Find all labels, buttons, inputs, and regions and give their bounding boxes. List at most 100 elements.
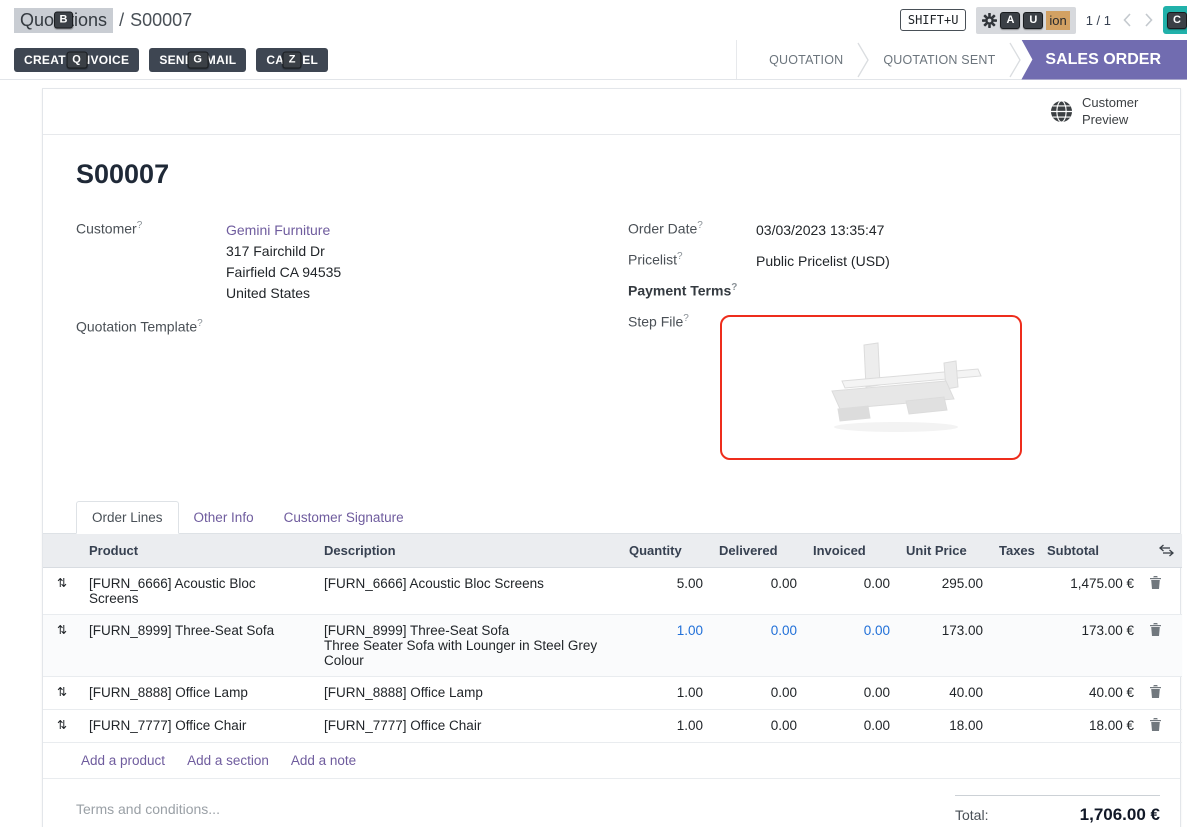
order-line-row: ⇅ [FURN_6666] Acoustic Bloc Screens [FUR…	[43, 568, 1182, 615]
kbd-shortcut-badge: SHIFT+U	[900, 9, 967, 31]
create-invoice-button[interactable]: CREATE INVOICE Q	[14, 48, 139, 72]
cell-description[interactable]: [FURN_8999] Three-Seat Sofa Three Seater…	[316, 615, 621, 677]
action-menu-button[interactable]: A U ion	[976, 7, 1075, 34]
send-email-button[interactable]: SEND EMAIL G	[149, 48, 246, 72]
cell-delete	[1142, 568, 1182, 615]
field-payment-terms: Payment Terms?	[628, 282, 1147, 303]
cell-quantity[interactable]: 1.00	[621, 615, 711, 677]
notebook-tabs: Order Lines Other Info Customer Signatur…	[43, 501, 1180, 534]
cell-quantity[interactable]: 1.00	[621, 710, 711, 743]
column-header-quantity[interactable]: Quantity	[621, 534, 711, 568]
cell-unit-price[interactable]: 295.00	[898, 568, 991, 615]
cell-taxes[interactable]	[991, 710, 1039, 743]
kbd-hint-action-u: U	[1023, 12, 1043, 29]
cancel-button[interactable]: CANCEL Z	[256, 48, 328, 72]
cell-taxes[interactable]	[991, 568, 1039, 615]
stage-quotation[interactable]: QUOTATION	[755, 53, 857, 67]
trash-icon[interactable]	[1150, 718, 1161, 731]
cell-invoiced[interactable]: 0.00	[805, 677, 898, 710]
tab-other-info[interactable]: Other Info	[179, 502, 269, 533]
pager-next-button[interactable]	[1144, 12, 1153, 28]
column-header-taxes[interactable]: Taxes	[991, 534, 1039, 568]
action-menu-partial-label: ion	[1046, 11, 1069, 30]
add-a-section-link[interactable]: Add a section	[187, 753, 269, 768]
terms-and-conditions-input[interactable]: Terms and conditions...	[76, 801, 220, 817]
step-file-image-widget[interactable]	[720, 315, 1022, 460]
pricelist-label: Pricelist?	[628, 251, 756, 268]
cell-unit-price[interactable]: 173.00	[898, 615, 991, 677]
column-header-delivered[interactable]: Delivered	[711, 534, 805, 568]
cell-product[interactable]: [FURN_7777] Office Chair	[81, 710, 316, 743]
cell-taxes[interactable]	[991, 677, 1039, 710]
cell-quantity[interactable]: 1.00	[621, 677, 711, 710]
add-a-note-link[interactable]: Add a note	[291, 753, 356, 768]
line-add-links: Add a product Add a section Add a note	[43, 743, 1180, 779]
optional-columns-cell	[1142, 534, 1182, 568]
field-quotation-template: Quotation Template?	[76, 318, 628, 339]
column-header-subtotal[interactable]: Subtotal	[1039, 534, 1142, 568]
field-order-date: Order Date? 03/03/2023 13:35:47	[628, 220, 1147, 241]
column-header-unit-price[interactable]: Unit Price	[898, 534, 991, 568]
drag-handle-icon[interactable]: ⇅	[43, 568, 81, 615]
cell-unit-price[interactable]: 40.00	[898, 677, 991, 710]
customer-link[interactable]: Gemini Furniture	[226, 222, 330, 238]
payment-terms-label: Payment Terms?	[628, 282, 756, 299]
kbd-hint-breadcrumb: B	[54, 12, 74, 29]
tab-customer-signature[interactable]: Customer Signature	[269, 502, 419, 533]
add-a-product-link[interactable]: Add a product	[81, 753, 165, 768]
cell-product[interactable]: [FURN_6666] Acoustic Bloc Screens	[81, 568, 316, 615]
cell-invoiced[interactable]: 0.00	[805, 710, 898, 743]
tab-order-lines[interactable]: Order Lines	[76, 501, 179, 534]
kbd-hint-action-a: A	[1000, 12, 1020, 29]
trash-icon[interactable]	[1150, 623, 1161, 636]
order-lines-table: Product Description Quantity Delivered I…	[43, 534, 1182, 743]
drag-handle-icon[interactable]: ⇅	[43, 615, 81, 677]
column-header-invoiced[interactable]: Invoiced	[805, 534, 898, 568]
cell-quantity[interactable]: 5.00	[621, 568, 711, 615]
order-date-value[interactable]: 03/03/2023 13:35:47	[756, 220, 884, 241]
customer-preview-row: Customer Preview	[43, 89, 1180, 135]
cell-description[interactable]: [FURN_6666] Acoustic Bloc Screens	[316, 568, 621, 615]
drag-handle-icon[interactable]: ⇅	[43, 710, 81, 743]
sheet-body: S00007 Customer? Gemini Furniture 317 Fa…	[43, 135, 1180, 469]
cell-subtotal: 40.00 €	[1039, 677, 1142, 710]
cell-product[interactable]: [FURN_8888] Office Lamp	[81, 677, 316, 710]
cell-delivered[interactable]: 0.00	[711, 677, 805, 710]
customer-field-label: Customer?	[76, 220, 226, 237]
pricelist-value[interactable]: Public Pricelist (USD)	[756, 251, 890, 272]
pager-previous-button[interactable]	[1123, 12, 1132, 28]
help-icon: ?	[683, 313, 689, 324]
drag-handle-icon[interactable]: ⇅	[43, 677, 81, 710]
cell-delivered[interactable]: 0.00	[711, 568, 805, 615]
cell-description[interactable]: [FURN_8888] Office Lamp	[316, 677, 621, 710]
stage-sales-order-active[interactable]: SALES ORDER	[1021, 40, 1187, 80]
handle-column-header	[43, 534, 81, 568]
corner-create-button[interactable]: C	[1163, 6, 1187, 34]
cell-subtotal: 1,475.00 €	[1039, 568, 1142, 615]
kbd-hint-create-invoice: Q	[66, 51, 87, 68]
cell-product[interactable]: [FURN_8999] Three-Seat Sofa	[81, 615, 316, 677]
customer-field-value: Gemini Furniture 317 Fairchild Dr Fairfi…	[226, 220, 341, 304]
cell-description[interactable]: [FURN_7777] Office Chair	[316, 710, 621, 743]
column-header-description[interactable]: Description	[316, 534, 621, 568]
breadcrumb: Quotations B / S00007	[14, 8, 192, 33]
cell-unit-price[interactable]: 18.00	[898, 710, 991, 743]
help-icon: ?	[677, 251, 683, 262]
breadcrumb-quotations-link[interactable]: Quotations B	[14, 8, 113, 33]
pager: 1 / 1	[1086, 12, 1153, 28]
stage-quotation-sent[interactable]: QUOTATION SENT	[869, 53, 1009, 67]
cell-invoiced[interactable]: 0.00	[805, 615, 898, 677]
customer-preview-button[interactable]: Customer Preview	[1082, 95, 1148, 128]
cell-delivered[interactable]: 0.00	[711, 710, 805, 743]
odoo-sales-order-page: Quotations B / S00007 SHIFT+U	[0, 0, 1187, 827]
optional-columns-icon[interactable]	[1159, 544, 1174, 557]
cell-taxes[interactable]	[991, 615, 1039, 677]
trash-icon[interactable]	[1150, 685, 1161, 698]
breadcrumb-record: S00007	[130, 10, 192, 31]
cell-delivered[interactable]: 0.00	[711, 615, 805, 677]
breadcrumb-separator: /	[119, 10, 124, 31]
cell-invoiced[interactable]: 0.00	[805, 568, 898, 615]
column-header-product[interactable]: Product	[81, 534, 316, 568]
trash-icon[interactable]	[1150, 576, 1161, 589]
cell-delete	[1142, 710, 1182, 743]
